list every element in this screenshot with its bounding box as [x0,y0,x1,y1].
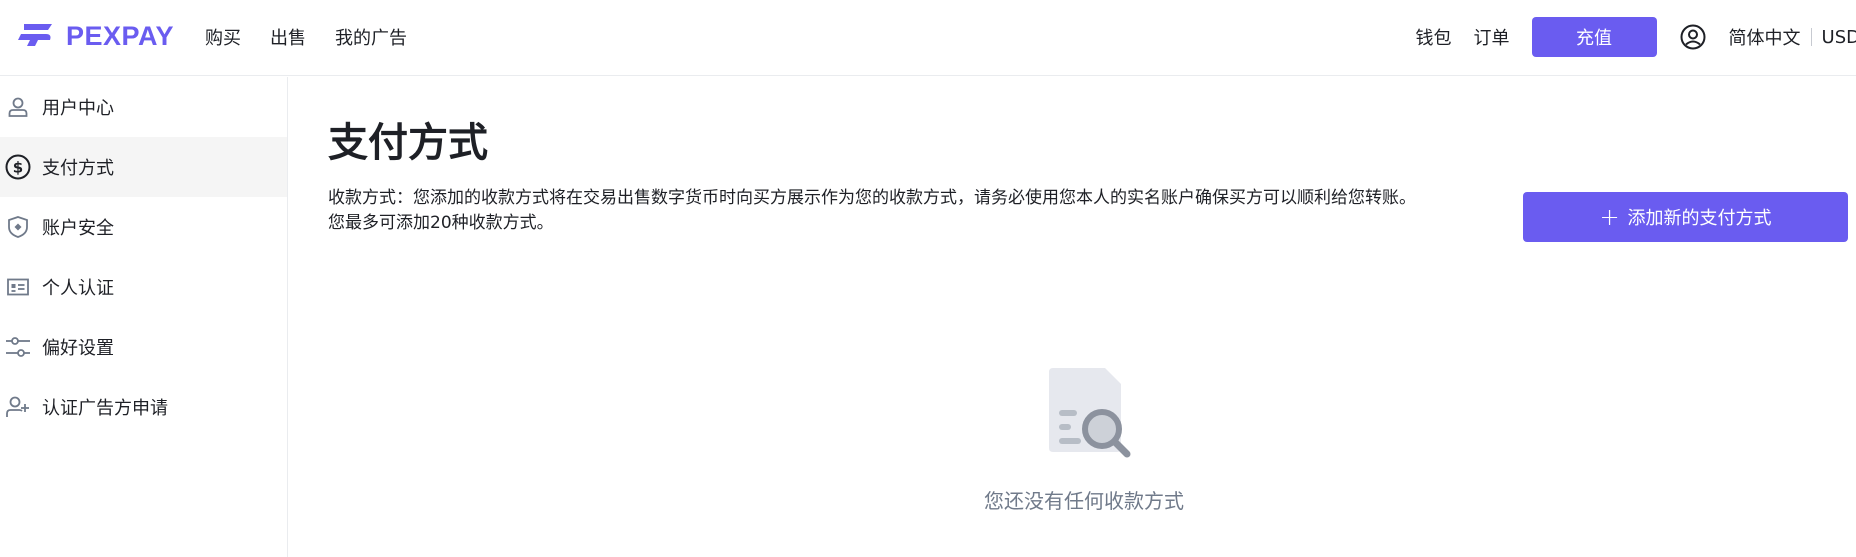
top-navbar: PEXPAY 购买 出售 我的广告 钱包 订单 充值 简体中文 USD [0,0,1856,76]
recharge-button[interactable]: 充值 [1531,17,1657,57]
pexpay-logo-icon [18,24,52,46]
add-payment-method-label: 添加新的支付方式 [1627,208,1772,229]
sidebar-item-advertiser-application[interactable]: 认证广告方申请 [0,377,287,437]
brand-name: PEXPAY [66,20,175,51]
divider [1810,28,1812,46]
plus-icon: + [1599,203,1620,231]
svg-text:$: $ [13,159,23,177]
add-payment-method-button[interactable]: + 添加新的支付方式 [1523,192,1848,242]
page-title: 支付方式 [328,120,488,166]
sidebar-item-user-center[interactable]: 用户中心 [0,77,287,137]
user-nav: 钱包 订单 充值 简体中文 USD [1416,0,1856,74]
sidebar-item-label: 偏好设置 [42,338,114,359]
nav-my-ads[interactable]: 我的广告 [335,24,407,50]
empty-search-document-icon [1049,368,1131,458]
sliders-icon [5,334,31,360]
id-card-icon [5,274,31,300]
sidebar-item-label: 认证广告方申请 [42,398,168,419]
sidebar-item-account-security[interactable]: 账户安全 [0,197,287,257]
user-plus-icon [5,394,31,420]
nav-wallet[interactable]: 钱包 [1416,24,1452,50]
dollar-circle-icon: $ [5,154,31,180]
sidebar: 用户中心 $ 支付方式 账户安全 个人认证 偏好设置 认证广告方申请 [0,77,288,557]
brand-logo[interactable]: PEXPAY [18,20,174,52]
user-icon [5,94,31,120]
sidebar-item-preferences[interactable]: 偏好设置 [0,317,287,377]
account-icon[interactable] [1679,23,1707,51]
sidebar-item-label: 用户中心 [42,98,114,119]
sidebar-item-label: 个人认证 [42,278,114,299]
sidebar-item-label: 支付方式 [42,158,114,179]
main-content: 支付方式 收款方式：您添加的收款方式将在交易出售数字货币时向买方展示作为您的收款… [289,77,1856,557]
sidebar-item-label: 账户安全 [42,218,114,239]
nav-buy[interactable]: 购买 [205,24,241,50]
currency-selector[interactable]: USD [1822,27,1856,48]
main-nav: 购买 出售 我的广告 [205,0,407,74]
language-selector[interactable]: 简体中文 [1729,24,1801,50]
payment-method-description: 收款方式：您添加的收款方式将在交易出售数字货币时向买方展示作为您的收款方式，请务… [328,188,1416,233]
empty-state-message: 您还没有任何收款方式 [984,489,1184,513]
sidebar-item-payment-methods[interactable]: $ 支付方式 [0,137,287,197]
shield-icon [5,214,31,240]
nav-orders[interactable]: 订单 [1474,24,1510,50]
nav-sell[interactable]: 出售 [270,24,306,50]
sidebar-item-identity-verification[interactable]: 个人认证 [0,257,287,317]
